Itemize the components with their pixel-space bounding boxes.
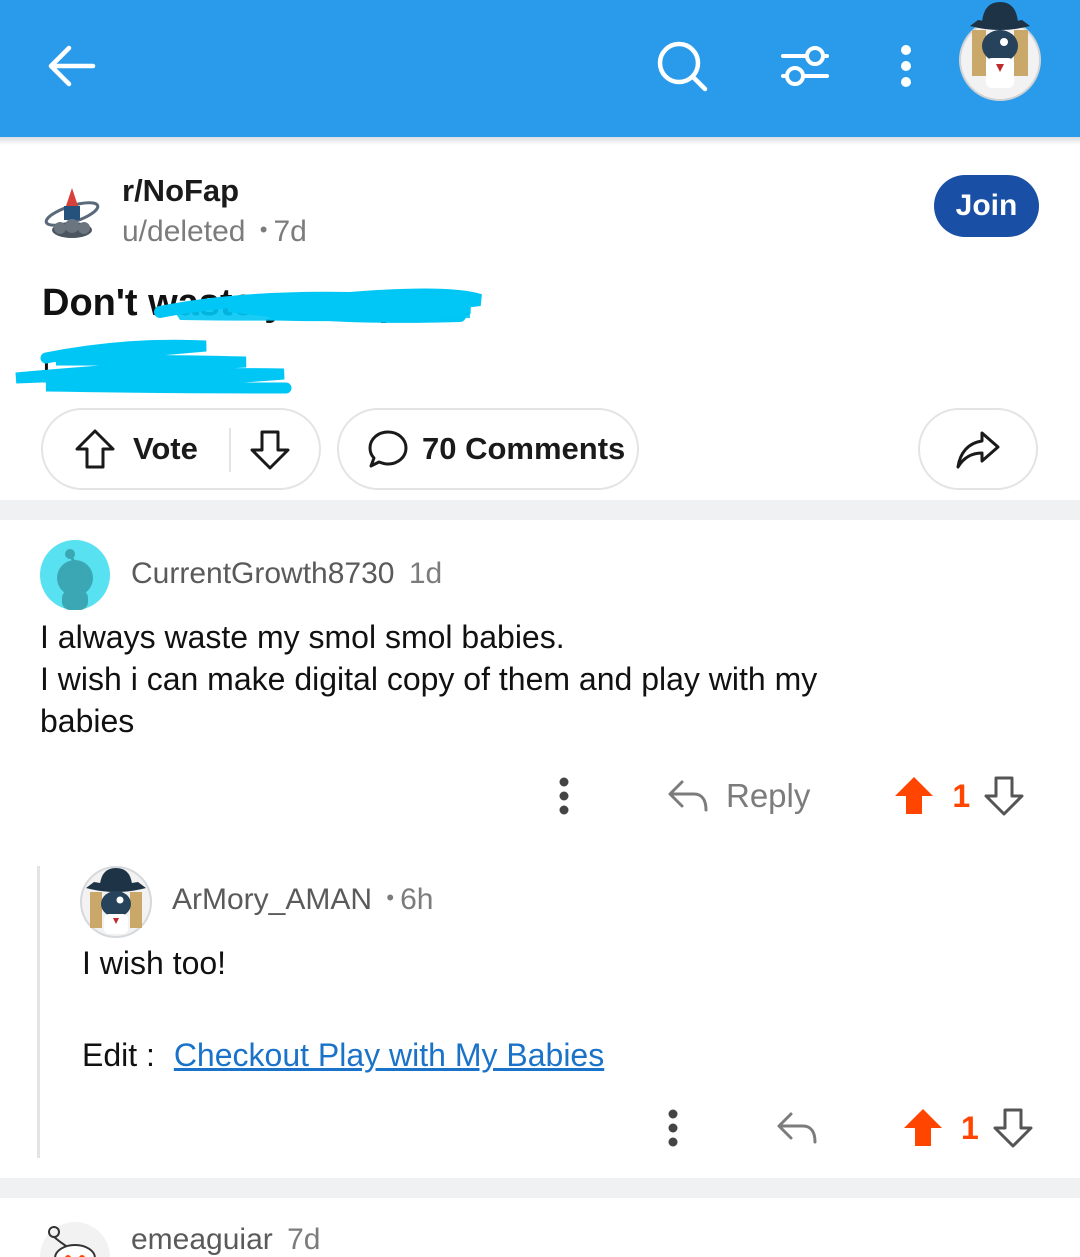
comment-avatar[interactable] — [40, 1222, 110, 1257]
upvote-filled-icon[interactable] — [892, 774, 936, 818]
comment-avatar[interactable] — [80, 866, 152, 938]
more-vertical-icon — [901, 45, 911, 87]
comment-age: 1d — [408, 557, 443, 590]
redaction-scribble — [154, 288, 482, 323]
comment-meta: CurrentGrowth8730 1d — [131, 557, 442, 591]
comment-score: 1 — [952, 777, 971, 814]
reply-button[interactable]: Reply — [726, 777, 810, 815]
meta-separator: • — [386, 885, 395, 910]
comment-author[interactable]: emeaguiar — [131, 1223, 273, 1256]
post-meta: u/deleted • 7d — [122, 215, 307, 249]
back-arrow-icon — [48, 45, 96, 87]
comment-age: 7d — [287, 1223, 321, 1256]
appbar-shadow — [0, 137, 1080, 145]
edit-link[interactable]: Checkout Play with My Babies — [174, 1037, 604, 1073]
filter-icon — [781, 46, 829, 86]
section-divider — [0, 500, 1080, 520]
vote-divider — [229, 428, 231, 472]
comments-button[interactable]: 70 Comments — [337, 408, 639, 490]
filter-button[interactable] — [772, 34, 838, 98]
edit-prefix: Edit : — [82, 1037, 155, 1073]
comment-actions: 1 — [665, 1106, 1035, 1150]
search-icon — [657, 41, 708, 92]
comment-edit: Edit : Checkout Play with My Babies — [82, 1034, 604, 1076]
subreddit-name[interactable]: r/NoFap — [122, 173, 239, 209]
section-divider — [0, 1178, 1080, 1198]
vote-label: Vote — [133, 431, 198, 466]
comments-count: 70 Comments — [422, 431, 626, 466]
post-age: 7d — [273, 215, 307, 248]
search-button[interactable] — [650, 34, 714, 98]
downvote-icon[interactable] — [982, 774, 1026, 818]
comment-line: I always waste my smol smol babies. — [40, 619, 565, 655]
reply-icon[interactable] — [775, 1106, 819, 1150]
subreddit-icon[interactable] — [42, 182, 104, 242]
comment-line: babies — [40, 703, 135, 739]
more-options-button[interactable] — [880, 34, 932, 98]
comment-author[interactable]: ArMory_AMAN — [172, 883, 372, 916]
downvote-icon[interactable] — [248, 428, 292, 472]
comment-meta: ArMory_AMAN • 6h — [172, 883, 433, 917]
more-vertical-icon[interactable] — [665, 1106, 681, 1150]
comment-actions: Reply 1 — [556, 774, 1026, 818]
comment-age: 6h — [400, 883, 434, 916]
upvote-icon[interactable] — [73, 427, 117, 471]
upvote-filled-icon[interactable] — [901, 1106, 945, 1150]
post-author[interactable]: u/deleted — [122, 215, 245, 248]
reply-icon[interactable] — [666, 774, 710, 818]
comment-text[interactable]: I always waste my smol smol babies. I wi… — [40, 616, 1040, 742]
comment-line: I wish i can make digital copy of them a… — [40, 661, 818, 697]
join-button[interactable]: Join — [934, 175, 1039, 237]
back-button[interactable] — [36, 36, 106, 96]
comment-score: 1 — [961, 1109, 979, 1146]
comment-meta: emeaguiar 7d — [131, 1223, 320, 1257]
user-avatar[interactable] — [958, 0, 1042, 104]
vote-control: Vote — [41, 408, 321, 490]
meta-separator: • — [259, 217, 268, 242]
more-vertical-icon[interactable] — [556, 774, 572, 818]
thread-line[interactable] — [37, 866, 40, 1158]
redaction-scribble — [15, 339, 292, 394]
comment-author[interactable]: CurrentGrowth8730 — [131, 557, 394, 590]
share-icon — [956, 431, 1000, 469]
downvote-icon[interactable] — [991, 1106, 1035, 1150]
comment-text[interactable]: I wish too! — [82, 942, 226, 984]
share-button[interactable] — [918, 408, 1038, 490]
comment-bubble-icon — [368, 430, 408, 468]
app-bar — [0, 0, 1080, 137]
comment-avatar[interactable] — [40, 540, 110, 610]
